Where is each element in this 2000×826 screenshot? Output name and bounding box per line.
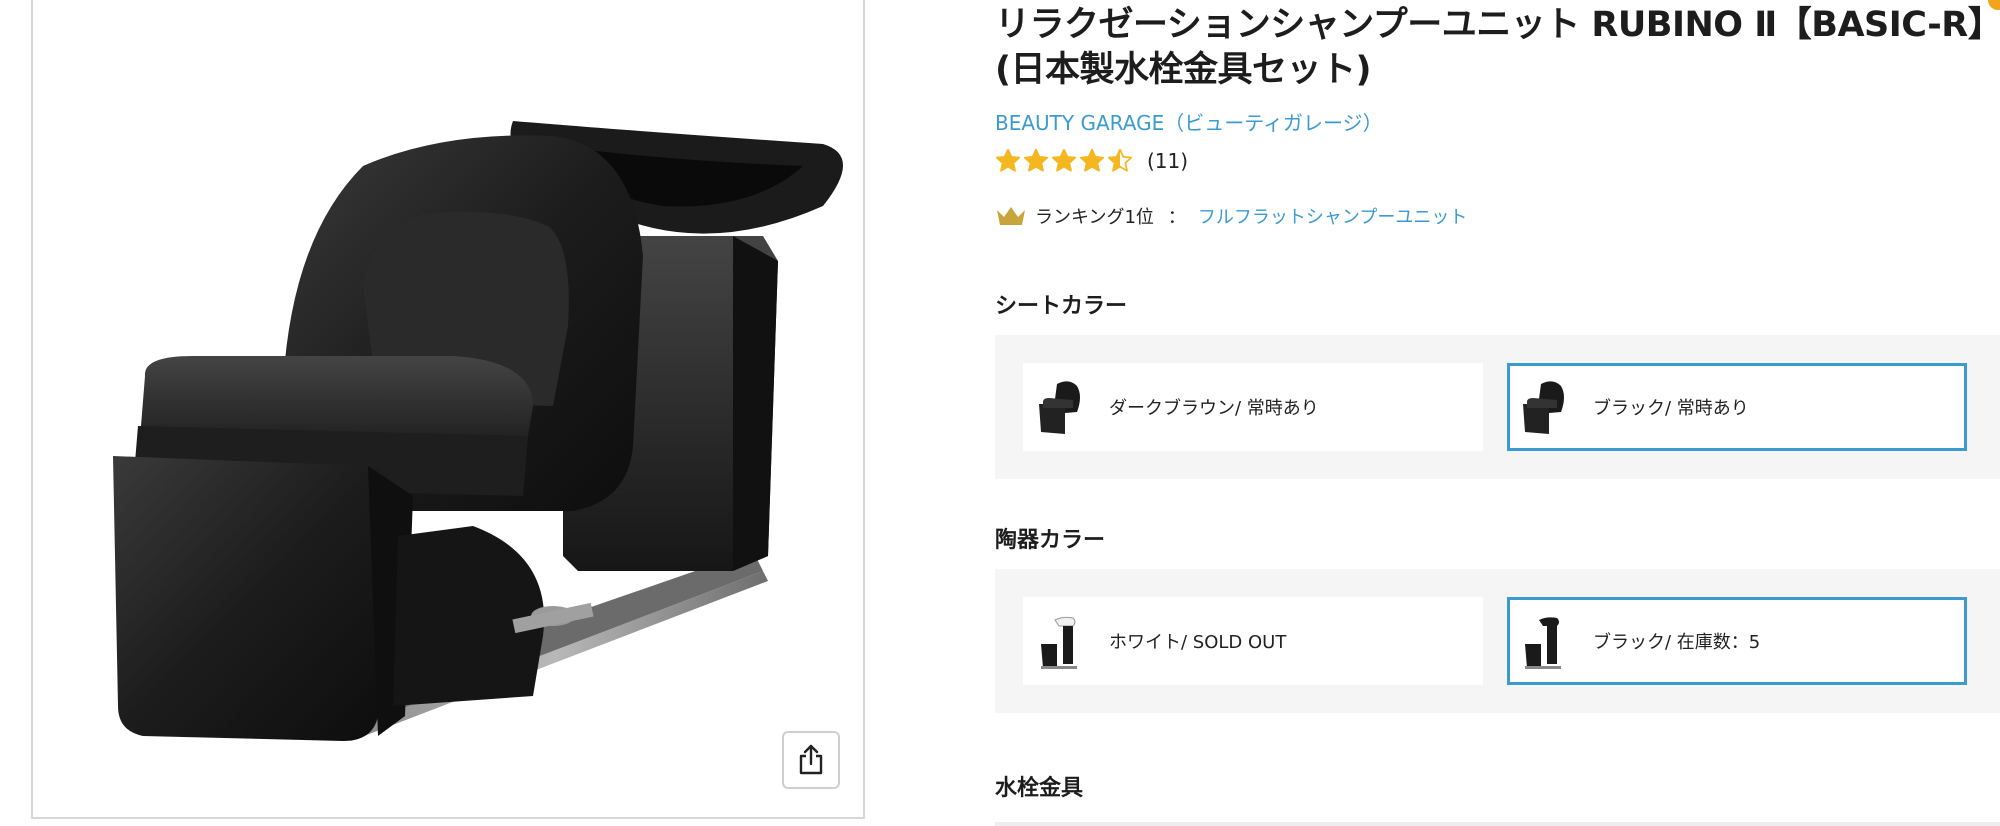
seat-color-option-black[interactable]: ブラック/ 常時あり	[1507, 363, 1967, 451]
bowl-color-options: ホワイト/ SOLD OUT ブラック/ 在庫数：5	[995, 569, 2000, 713]
review-count-link[interactable]: (11)	[1147, 149, 1188, 173]
share-button[interactable]	[782, 731, 840, 789]
rating-row: (11)	[995, 146, 1188, 176]
product-title: リラクゼーションシャンプーユニット RUBINO Ⅱ【BASIC-R】(日本製水…	[995, 5, 1985, 90]
brand-link[interactable]: BEAUTY GARAGE（ビューティガレージ）	[995, 107, 1383, 136]
star-icon	[1023, 148, 1049, 172]
seat-color-options: ダークブラウン/ 常時あり ブラック/ 常時あり	[995, 335, 2000, 479]
divider	[995, 822, 2000, 826]
seat-color-option-dark-brown[interactable]: ダークブラウン/ 常時あり	[1023, 363, 1483, 451]
share-icon	[799, 744, 823, 775]
star-rating	[995, 148, 1133, 174]
shampoo-unit-thumbnail-icon	[1041, 616, 1077, 669]
star-icon	[1051, 148, 1077, 172]
option-label: ブラック/ 常時あり	[1593, 398, 1749, 419]
bowl-color-title: 陶器カラー	[995, 528, 1106, 553]
star-icon	[1079, 148, 1105, 172]
chair-thumbnail-icon	[1523, 381, 1564, 434]
option-label: ブラック/ 在庫数：5	[1593, 632, 1761, 653]
option-label: ダークブラウン/ 常時あり	[1109, 398, 1319, 419]
ranking-category-link[interactable]: フルフラットシャンプーユニット	[1198, 203, 1467, 229]
star-icon	[1107, 148, 1133, 172]
crown-icon	[997, 207, 1025, 225]
ranking-row: ランキング1位 ： フルフラットシャンプーユニット	[995, 200, 1467, 232]
bowl-color-option-white[interactable]: ホワイト/ SOLD OUT	[1023, 597, 1483, 685]
product-image[interactable]	[33, 0, 863, 817]
ranking-separator: ：	[1167, 207, 1186, 228]
product-info: リラクゼーションシャンプーユニット RUBINO Ⅱ【BASIC-R】(日本製水…	[995, 0, 2000, 826]
shampoo-unit-thumbnail-icon	[1525, 617, 1561, 669]
product-gallery	[31, 0, 865, 819]
seat-color-title: シートカラー	[995, 294, 1128, 319]
product-page: リラクゼーションシャンプーユニット RUBINO Ⅱ【BASIC-R】(日本製水…	[0, 0, 2000, 826]
faucet-title: 水栓金具	[995, 776, 1084, 801]
option-label: ホワイト/ SOLD OUT	[1109, 632, 1287, 653]
chair-thumbnail-icon	[1039, 381, 1080, 434]
ranking-label: ランキング1位	[1035, 207, 1154, 228]
star-icon	[995, 148, 1021, 172]
bowl-color-option-black[interactable]: ブラック/ 在庫数：5	[1507, 597, 1967, 685]
